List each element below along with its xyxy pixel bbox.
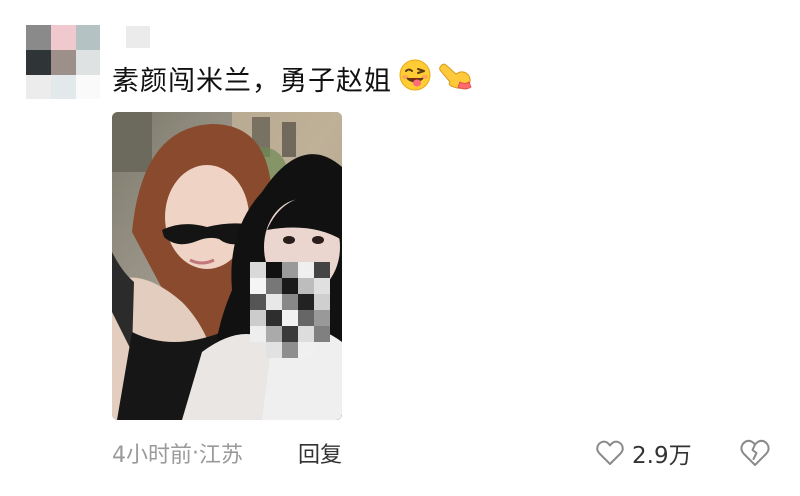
comment-text: 素颜闯米兰，勇子赵姐 — [112, 65, 392, 97]
dislike-button[interactable] — [740, 439, 770, 469]
comment-time: 4小时前 — [112, 443, 192, 468]
heart-outline-icon — [596, 440, 624, 466]
avatar[interactable] — [26, 25, 100, 99]
reply-button[interactable]: 回复 — [298, 436, 342, 470]
like-button[interactable]: 2.9万 — [596, 436, 692, 470]
like-count: 2.9万 — [632, 443, 692, 469]
meta-separator: · — [192, 440, 199, 466]
comment-body: 素颜闯米兰，勇子赵姐 — [112, 58, 474, 98]
comment-meta: 4小时前 · 江苏 — [112, 436, 243, 470]
wink-tongue-emoji — [398, 58, 432, 99]
pointing-hand-emoji — [438, 58, 474, 99]
comment-location: 江苏 — [199, 443, 244, 468]
broken-heart-icon — [740, 439, 770, 467]
comment-photo[interactable] — [112, 112, 342, 420]
username-redacted[interactable] — [126, 26, 150, 48]
